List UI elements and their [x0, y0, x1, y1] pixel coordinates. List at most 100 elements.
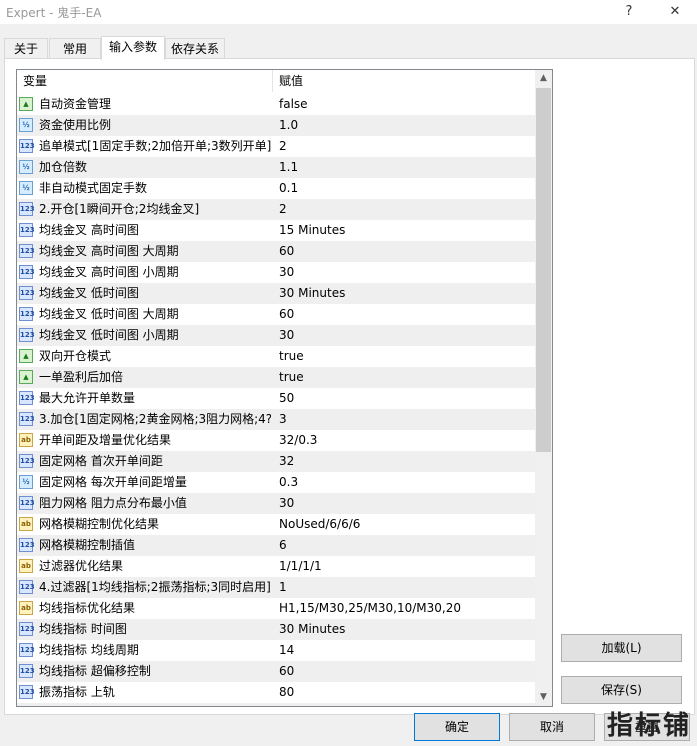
- table-row[interactable]: 123 均线金叉 低时间图 小周期 30: [17, 325, 535, 346]
- load-button[interactable]: 加载(L): [561, 634, 682, 662]
- param-name: 2.开仓[1瞬间开仓;2均线金叉]: [39, 202, 200, 216]
- check-chart-icon: ▲: [19, 370, 33, 384]
- table-row[interactable]: 123 固定网格 首次开单间距 32: [17, 451, 535, 472]
- close-button[interactable]: ✕: [660, 0, 690, 24]
- check-chart-icon: ▲: [19, 97, 33, 111]
- 123-icon: 123: [19, 538, 35, 552]
- param-value[interactable]: 30 Minutes: [279, 619, 529, 640]
- param-value[interactable]: 14: [279, 640, 529, 661]
- check-chart-icon: ▲: [19, 349, 33, 363]
- save-button[interactable]: 保存(S): [561, 676, 682, 704]
- param-value[interactable]: 30: [279, 325, 529, 346]
- 123-icon: 123: [19, 496, 35, 510]
- 123-icon: 123: [19, 412, 35, 426]
- param-value[interactable]: 30 Minutes: [279, 283, 529, 304]
- ab-icon: ab: [19, 601, 33, 615]
- table-row[interactable]: 123 网格模糊控制插值 6: [17, 535, 535, 556]
- param-value[interactable]: 30: [279, 262, 529, 283]
- table-row[interactable]: 123 振荡指标 上轨 80: [17, 682, 535, 703]
- param-value[interactable]: 60: [279, 241, 529, 262]
- table-row[interactable]: 123 均线金叉 高时间图 大周期 60: [17, 241, 535, 262]
- 123-icon: 123: [19, 328, 35, 342]
- cancel-button[interactable]: 取消: [509, 713, 595, 741]
- scrollbar-thumb[interactable]: [536, 88, 551, 452]
- 123-icon: 123: [19, 139, 35, 153]
- param-value[interactable]: 50: [279, 388, 529, 409]
- column-header-value[interactable]: 赋值: [273, 70, 535, 92]
- param-name: 均线金叉 高时间图 大周期: [39, 244, 179, 258]
- table-row[interactable]: [17, 703, 535, 706]
- table-row[interactable]: 123 追单模式[1固定手数;2加倍开单;3数列开单] 2: [17, 136, 535, 157]
- table-row[interactable]: 123 均线指标 超偏移控制 60: [17, 661, 535, 682]
- table-row[interactable]: ½ 加仓倍数 1.1: [17, 157, 535, 178]
- table-row[interactable]: ▲ 自动资金管理 false: [17, 94, 535, 115]
- param-value[interactable]: [279, 703, 529, 706]
- table-row[interactable]: ▲ 双向开仓模式 true: [17, 346, 535, 367]
- param-value[interactable]: 60: [279, 304, 529, 325]
- table-row[interactable]: ½ 固定网格 每次开单间距增量 0.3: [17, 472, 535, 493]
- param-value[interactable]: 0.3: [279, 472, 529, 493]
- table-row[interactable]: 123 均线金叉 低时间图 30 Minutes: [17, 283, 535, 304]
- table-row[interactable]: ½ 非自动模式固定手数 0.1: [17, 178, 535, 199]
- param-value[interactable]: 1/1/1/1: [279, 556, 529, 577]
- param-value[interactable]: 6: [279, 535, 529, 556]
- table-row[interactable]: ½ 资金使用比例 1.0: [17, 115, 535, 136]
- tab-inputs[interactable]: 输入参数: [101, 36, 165, 60]
- table-row[interactable]: 123 均线金叉 高时间图 15 Minutes: [17, 220, 535, 241]
- table-row[interactable]: ab 均线指标优化结果 H1,15/M30,25/M30,10/M30,20: [17, 598, 535, 619]
- param-name: 均线金叉 高时间图 小周期: [39, 265, 179, 279]
- param-name: 均线金叉 高时间图: [39, 223, 139, 237]
- 123-icon: 123: [19, 580, 35, 594]
- table-row[interactable]: ab 网格模糊控制优化结果 NoUsed/6/6/6: [17, 514, 535, 535]
- param-value[interactable]: H1,15/M30,25/M30,10/M30,20: [279, 598, 529, 619]
- param-value[interactable]: 80: [279, 682, 529, 703]
- table-row[interactable]: 123 均线指标 时间图 30 Minutes: [17, 619, 535, 640]
- table-row[interactable]: 123 均线指标 均线周期 14: [17, 640, 535, 661]
- table-row[interactable]: ▲ 一单盈利后加倍 true: [17, 367, 535, 388]
- param-value[interactable]: 1.1: [279, 157, 529, 178]
- param-value[interactable]: 32: [279, 451, 529, 472]
- param-name: 均线金叉 低时间图: [39, 286, 139, 300]
- param-value[interactable]: 0.1: [279, 178, 529, 199]
- tab-about[interactable]: 关于: [4, 38, 48, 59]
- scroll-down-icon[interactable]: ▼: [535, 689, 552, 706]
- ab-icon: ab: [19, 517, 33, 531]
- column-header-variable[interactable]: 变量: [17, 70, 273, 92]
- param-value[interactable]: 60: [279, 661, 529, 682]
- scroll-up-icon[interactable]: ▲: [535, 70, 552, 87]
- table-row[interactable]: 123 阻力网格 阻力点分布最小值 30: [17, 493, 535, 514]
- param-value[interactable]: true: [279, 367, 529, 388]
- table-row[interactable]: 123 4.过滤器[1均线指标;2振荡指标;3同时启用] 1: [17, 577, 535, 598]
- param-value[interactable]: 1: [279, 577, 529, 598]
- vertical-scrollbar[interactable]: ▲ ▼: [535, 70, 552, 706]
- param-name: 一单盈利后加倍: [39, 370, 124, 384]
- ab-icon: ab: [19, 559, 33, 573]
- param-value[interactable]: false: [279, 94, 529, 115]
- 123-icon: 123: [19, 685, 35, 699]
- ok-button[interactable]: 确定: [414, 713, 500, 741]
- param-value[interactable]: true: [279, 346, 529, 367]
- param-value[interactable]: NoUsed/6/6/6: [279, 514, 529, 535]
- param-name: 均线金叉 低时间图 小周期: [39, 328, 179, 342]
- param-value[interactable]: 30: [279, 493, 529, 514]
- param-value[interactable]: 32/0.3: [279, 430, 529, 451]
- table-row[interactable]: 123 2.开仓[1瞬间开仓;2均线金叉] 2: [17, 199, 535, 220]
- help-button[interactable]: ?: [614, 0, 644, 24]
- param-value[interactable]: 1.0: [279, 115, 529, 136]
- table-row[interactable]: 123 均线金叉 低时间图 大周期 60: [17, 304, 535, 325]
- tab-common[interactable]: 常用: [49, 38, 101, 59]
- param-name: 资金使用比例: [39, 118, 112, 132]
- param-name: 均线指标 均线周期: [39, 643, 139, 657]
- table-row[interactable]: ab 开单间距及增量优化结果 32/0.3: [17, 430, 535, 451]
- tab-dependencies[interactable]: 依存关系: [165, 38, 225, 59]
- param-name: 振荡指标 上轨: [39, 685, 115, 699]
- param-value[interactable]: 2: [279, 199, 529, 220]
- param-value[interactable]: 15 Minutes: [279, 220, 529, 241]
- param-value[interactable]: 3: [279, 409, 529, 430]
- param-value[interactable]: 2: [279, 136, 529, 157]
- table-row[interactable]: 123 均线金叉 高时间图 小周期 30: [17, 262, 535, 283]
- table-row[interactable]: 123 最大允许开单数量 50: [17, 388, 535, 409]
- table-row[interactable]: 123 3.加仓[1固定网格;2黄金网格;3阻力网格;4?... 3: [17, 409, 535, 430]
- param-name: 加仓倍数: [39, 160, 88, 174]
- table-row[interactable]: ab 过滤器优化结果 1/1/1/1: [17, 556, 535, 577]
